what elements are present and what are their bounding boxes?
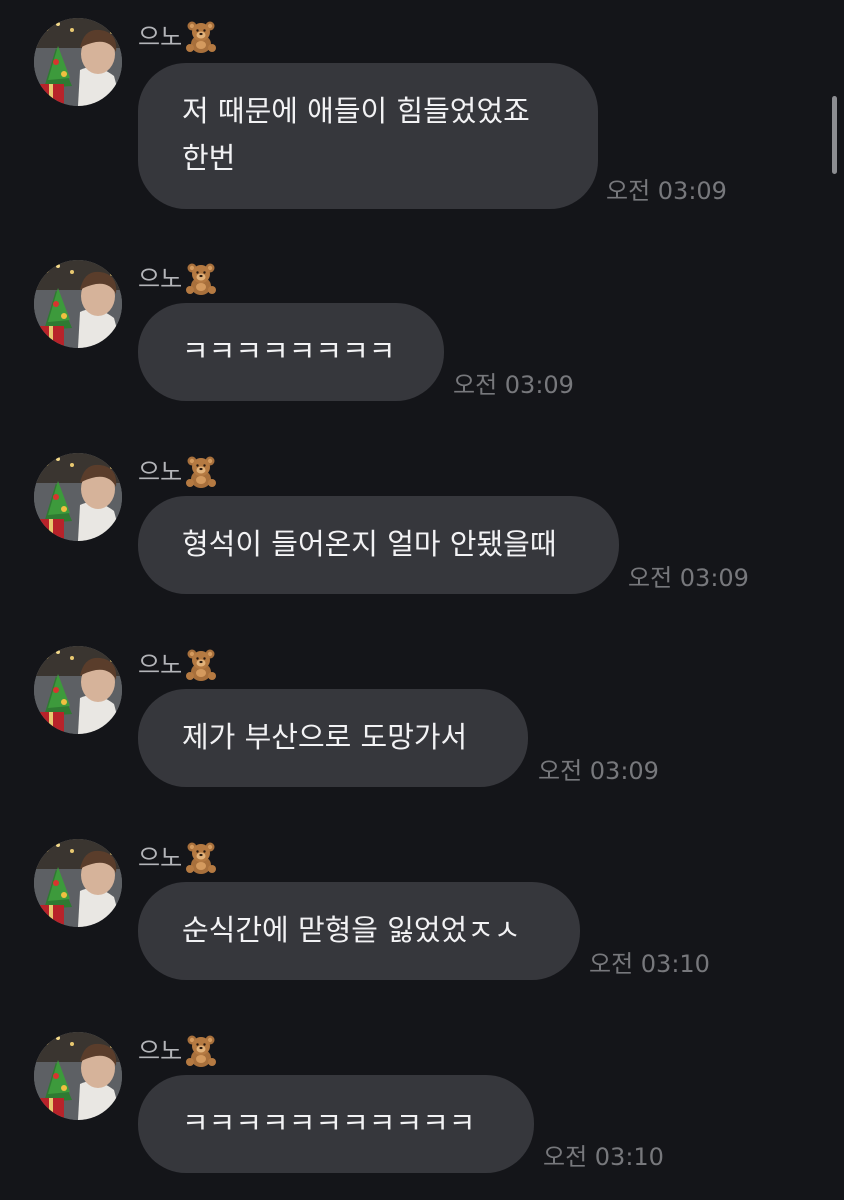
sender-name: 으노 — [138, 453, 218, 489]
message-text-line: ㅋㅋㅋㅋㅋㅋㅋㅋ — [182, 334, 396, 368]
message-text-line: 형석이 들어온지 얼마 안됐을때 — [182, 527, 557, 561]
sender-name-text: 으노 — [138, 265, 183, 293]
teddy-bear-icon — [184, 648, 218, 682]
sender-name-text: 으노 — [138, 1037, 183, 1065]
message-text-line: 한번 — [182, 141, 236, 175]
message-bubble[interactable]: 형석이 들어온지 얼마 안됐을때 — [138, 496, 619, 594]
sender-name-text: 으노 — [138, 458, 183, 486]
sender-name-text: 으노 — [138, 23, 183, 51]
sender-name-text: 으노 — [138, 651, 183, 679]
message-text-line: 저 때문에 애들이 힘들었었죠 — [182, 94, 530, 128]
avatar-image — [34, 646, 122, 734]
message-timestamp: 오전 03:09 — [453, 371, 574, 399]
message-bubble[interactable]: ㅋㅋㅋㅋㅋㅋㅋㅋ — [138, 303, 444, 401]
sender-name: 으노 — [138, 1032, 218, 1068]
message-bubble[interactable]: ㅋㅋㅋㅋㅋㅋㅋㅋㅋㅋㅋ — [138, 1075, 534, 1173]
sender-name: 으노 — [138, 260, 218, 296]
message-text-line: 제가 부산으로 도망가서 — [182, 720, 468, 754]
message-text-line: ㅋㅋㅋㅋㅋㅋㅋㅋㅋㅋㅋ — [182, 1106, 476, 1140]
avatar-image — [34, 18, 122, 106]
avatar[interactable] — [34, 646, 122, 734]
sender-name-text: 으노 — [138, 844, 183, 872]
message-timestamp: 오전 03:10 — [589, 950, 710, 978]
avatar[interactable] — [34, 453, 122, 541]
avatar-image — [34, 839, 122, 927]
avatar-image — [34, 1032, 122, 1120]
message-bubble[interactable]: 순식간에 맏형을 잃었었ㅈㅅ — [138, 882, 580, 980]
avatar-image — [34, 453, 122, 541]
message-timestamp: 오전 03:09 — [628, 564, 749, 592]
chat-screen: 으노 저 때문에 애들이 힘들었었죠 한번 오전 03:09 으노 ㅋㅋㅋㅋㅋㅋ… — [0, 0, 844, 1200]
teddy-bear-icon — [184, 841, 218, 875]
avatar-image — [34, 260, 122, 348]
avatar[interactable] — [34, 1032, 122, 1120]
teddy-bear-icon — [184, 455, 218, 489]
sender-name: 으노 — [138, 839, 218, 875]
teddy-bear-icon — [184, 262, 218, 296]
avatar[interactable] — [34, 839, 122, 927]
message-timestamp: 오전 03:10 — [543, 1143, 664, 1171]
scrollbar[interactable] — [832, 96, 837, 174]
message-timestamp: 오전 03:09 — [606, 177, 727, 205]
teddy-bear-icon — [184, 1034, 218, 1068]
teddy-bear-icon — [184, 20, 218, 54]
avatar[interactable] — [34, 260, 122, 348]
message-timestamp: 오전 03:09 — [538, 757, 659, 785]
message-bubble[interactable]: 저 때문에 애들이 힘들었었죠 한번 — [138, 63, 598, 209]
sender-name: 으노 — [138, 18, 218, 54]
message-text-line: 순식간에 맏형을 잃었었ㅈㅅ — [182, 913, 521, 947]
message-bubble[interactable]: 제가 부산으로 도망가서 — [138, 689, 528, 787]
avatar[interactable] — [34, 18, 122, 106]
sender-name: 으노 — [138, 646, 218, 682]
